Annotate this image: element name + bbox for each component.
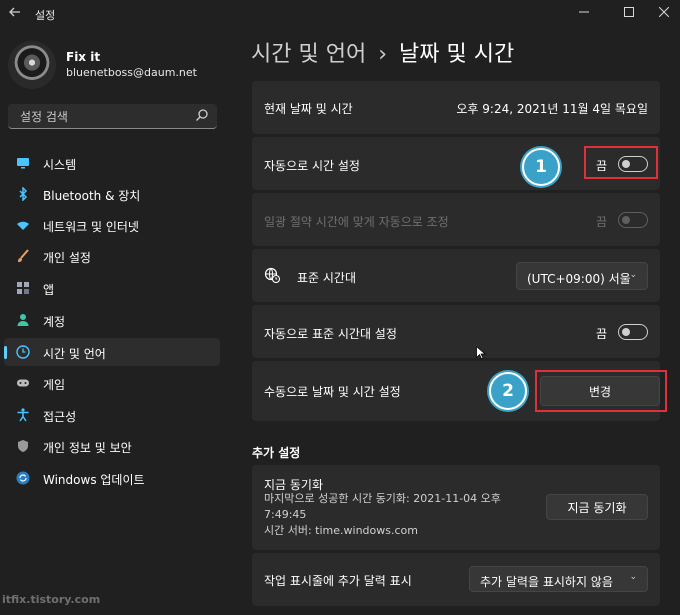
- toggle-knob: [622, 328, 630, 336]
- current-datetime-label: 현재 날짜 및 시간: [264, 102, 353, 116]
- dst-label: 일광 절약 시간에 맞게 자동으로 조정: [264, 215, 449, 229]
- page-title: 날짜 및 시간: [399, 42, 515, 67]
- calendar-label: 작업 표시줄에 추가 달력 표시: [264, 574, 412, 588]
- highlight-box-1: [584, 146, 658, 179]
- back-arrow-icon[interactable]: [8, 5, 24, 21]
- dst-state: 끔: [596, 215, 608, 229]
- search-box[interactable]: [8, 104, 217, 129]
- sidebar-item-windows-update[interactable]: Windows 업데이트: [4, 464, 220, 492]
- monitor-icon: [16, 156, 30, 170]
- calendar-card: 작업 표시줄에 추가 달력 표시 추가 달력을 표시하지 않음 ⌄: [252, 553, 660, 606]
- bluetooth-icon: [16, 186, 30, 202]
- minimize-icon[interactable]: [564, 0, 604, 28]
- shield-icon: [16, 439, 30, 453]
- sidebar-item-label: 게임: [43, 378, 66, 392]
- sidebar-item-accounts[interactable]: 계정: [4, 306, 220, 334]
- sidebar-item-label: 시간 및 언어: [43, 347, 106, 361]
- sidebar-item-personalization[interactable]: 개인 설정: [4, 242, 220, 270]
- sidebar-item-apps[interactable]: 앱: [4, 274, 220, 302]
- globe-clock-icon: [264, 267, 281, 284]
- brush-icon: [16, 249, 30, 263]
- timezone-card: 표준 시간대 (UTC+09:00) 서울 ⌄: [252, 249, 660, 302]
- sync-last-success: 마지막으로 성공한 시간 동기화: 2021-11-04 오후: [264, 492, 501, 505]
- auto-timezone-card: 자동으로 표준 시간대 설정 끔: [252, 305, 660, 358]
- apps-icon: [16, 281, 30, 295]
- sidebar-item-label: 앱: [43, 283, 55, 297]
- sidebar-item-label: 계정: [43, 315, 66, 329]
- gamepad-icon: [16, 376, 30, 390]
- current-datetime-card: 현재 날짜 및 시간 오후 9:24, 2021년 11월 4일 목요일: [252, 81, 660, 134]
- current-datetime-value: 오후 9:24, 2021년 11월 4일 목요일: [456, 102, 648, 116]
- sidebar-item-accessibility[interactable]: 접근성: [4, 401, 220, 429]
- timezone-select[interactable]: (UTC+09:00) 서울 ⌄: [516, 262, 648, 290]
- sync-card: 지금 동기화 마지막으로 성공한 시간 동기화: 2021-11-04 오후 7…: [252, 465, 660, 550]
- sidebar-item-privacy-security[interactable]: 개인 정보 및 보안: [4, 432, 220, 460]
- dst-card: 일광 절약 시간에 맞게 자동으로 조정 끔: [252, 193, 660, 246]
- chevron-down-icon: ⌄: [629, 572, 637, 582]
- sidebar-item-label: Windows 업데이트: [43, 473, 145, 487]
- sidebar-item-gaming[interactable]: 게임: [4, 369, 220, 397]
- step-badge-2: 2: [489, 372, 527, 410]
- window-title: 설정: [35, 9, 56, 22]
- watermark: itfix.tistory.com: [2, 593, 101, 606]
- auto-time-label: 자동으로 시간 설정: [264, 159, 360, 173]
- breadcrumb-parent[interactable]: 시간 및 언어: [251, 42, 366, 67]
- user-email: bluenetboss@daum.net: [66, 66, 197, 79]
- sidebar-item-label: 접근성: [43, 410, 77, 424]
- timezone-value: (UTC+09:00) 서울: [527, 272, 631, 286]
- mouse-pointer-icon: [476, 345, 487, 360]
- more-settings-title: 추가 설정: [252, 446, 301, 460]
- sidebar-item-label: 개인 설정: [43, 251, 91, 265]
- auto-timezone-label: 자동으로 표준 시간대 설정: [264, 327, 397, 341]
- title-bar: 설정: [0, 0, 680, 28]
- breadcrumb-separator: ›: [378, 42, 387, 67]
- manual-datetime-label: 수동으로 날짜 및 시간 설정: [264, 385, 401, 399]
- calendar-select[interactable]: 추가 달력을 표시하지 않음 ⌄: [469, 566, 648, 592]
- sidebar-item-bluetooth[interactable]: Bluetooth & 장치: [4, 180, 220, 208]
- sidebar-item-label: 네트워크 및 인터넷: [43, 220, 139, 234]
- calendar-value: 추가 달력을 표시하지 않음: [480, 575, 613, 589]
- avatar[interactable]: [8, 41, 56, 89]
- dst-toggle: [618, 212, 648, 228]
- highlight-box-2: [535, 370, 667, 412]
- sync-now-button[interactable]: 지금 동기화: [546, 494, 648, 520]
- maximize-icon[interactable]: [609, 0, 649, 28]
- toggle-knob: [622, 216, 630, 224]
- sidebar-item-time-language[interactable]: 시간 및 언어: [4, 338, 220, 366]
- breadcrumb: 시간 및 언어 › 날짜 및 시간: [251, 36, 514, 68]
- user-name: Fix it: [66, 50, 101, 64]
- chevron-down-icon: ⌄: [629, 270, 637, 280]
- active-indicator: [4, 346, 7, 359]
- sidebar-item-label: Bluetooth & 장치: [43, 189, 141, 203]
- auto-timezone-toggle[interactable]: [618, 324, 648, 340]
- sidebar-item-label: 시스템: [43, 158, 77, 172]
- sidebar-item-network[interactable]: 네트워크 및 인터넷: [4, 211, 220, 239]
- person-icon: [16, 313, 30, 327]
- clock-globe-icon: [16, 345, 30, 359]
- sidebar-item-system[interactable]: 시스템: [4, 149, 220, 177]
- sync-last-time: 7:49:45: [264, 508, 307, 521]
- close-icon[interactable]: [644, 0, 680, 28]
- accessibility-icon: [16, 408, 30, 422]
- auto-timezone-state: 끔: [596, 327, 608, 341]
- wifi-icon: [16, 218, 30, 232]
- search-input[interactable]: [18, 107, 192, 127]
- search-icon[interactable]: [195, 108, 209, 122]
- timezone-label: 표준 시간대: [297, 271, 357, 285]
- step-badge-1: 1: [522, 148, 560, 186]
- update-icon: [16, 471, 30, 485]
- sync-server: 시간 서버: time.windows.com: [264, 524, 418, 537]
- sidebar-item-label: 개인 정보 및 보안: [43, 441, 132, 455]
